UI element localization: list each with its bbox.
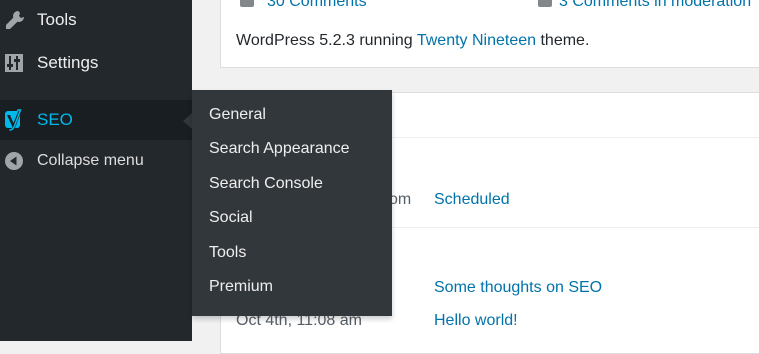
collapse-icon (4, 151, 32, 171)
sidebar-item-label: Collapse menu (37, 152, 144, 169)
seo-submenu: General Search Appearance Search Console… (192, 90, 392, 316)
comment-icon (240, 0, 254, 7)
wrench-icon (4, 9, 32, 31)
wp-version-line: WordPress 5.2.3 running Twenty Nineteen … (236, 32, 589, 50)
admin-sidebar: Tools Settings SEO Collapse menu (0, 0, 192, 341)
submenu-pointer (183, 113, 192, 129)
submenu-item-social[interactable]: Social (209, 209, 253, 227)
theme-link[interactable]: Twenty Nineteen (417, 32, 536, 49)
sidebar-item-seo[interactable]: SEO (0, 100, 192, 140)
submenu-item-search-console[interactable]: Search Console (209, 175, 323, 193)
sidebar-item-label: Tools (37, 10, 77, 29)
wp-version-prefix: WordPress 5.2.3 running (236, 32, 417, 49)
submenu-item-search-appearance[interactable]: Search Appearance (209, 140, 350, 158)
partial-text: om (389, 191, 412, 208)
submenu-item-general[interactable]: General (209, 106, 266, 124)
post-title-link[interactable]: Hello world! (434, 312, 518, 330)
collapse-menu-button[interactable]: Collapse menu (0, 141, 192, 181)
submenu-item-premium[interactable]: Premium (209, 278, 273, 296)
wp-version-suffix: theme. (536, 32, 590, 49)
sidebar-item-label: SEO (37, 110, 73, 129)
moderation-link[interactable]: 3 Comments in moderation (559, 0, 751, 11)
submenu-item-tools[interactable]: Tools (209, 244, 246, 262)
sidebar-item-settings[interactable]: Settings (0, 43, 192, 83)
sidebar-item-label: Settings (37, 53, 99, 72)
scheduled-link[interactable]: Scheduled (434, 191, 510, 209)
sidebar-item-tools[interactable]: Tools (0, 0, 192, 40)
post-title-link[interactable]: Some thoughts on SEO (434, 279, 602, 297)
moderation-icon (538, 0, 552, 7)
at-a-glance-card: 30 Comments 3 Comments in moderation Wor… (220, 0, 759, 68)
settings-icon (4, 53, 32, 73)
yoast-icon (4, 108, 32, 132)
comments-link[interactable]: 30 Comments (267, 0, 367, 11)
